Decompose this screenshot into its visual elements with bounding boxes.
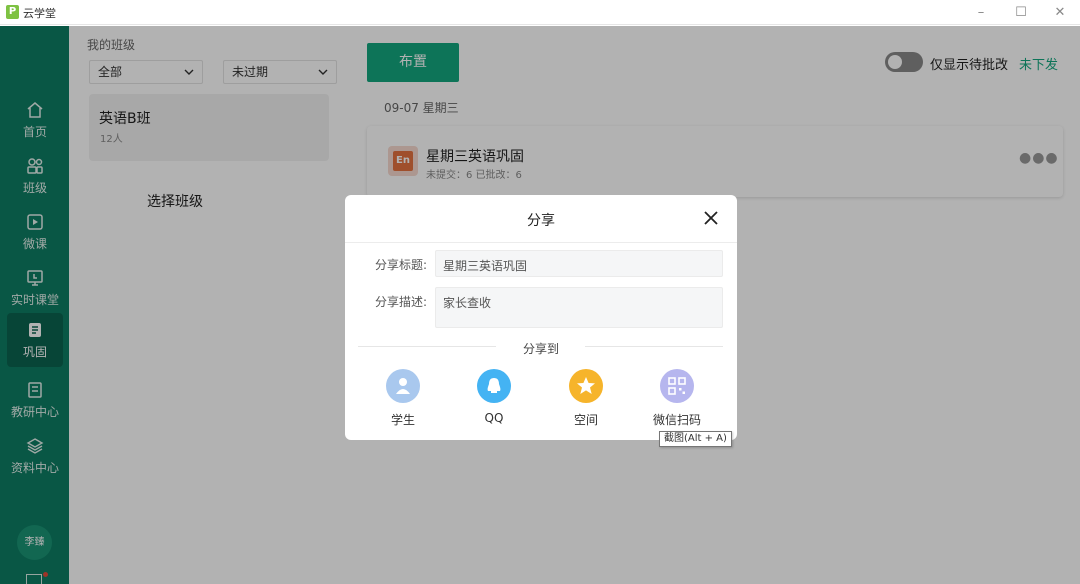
divider-line [585, 346, 723, 347]
dialog-title: 分享 [527, 213, 555, 229]
share-option-label: QQ [484, 411, 504, 425]
minimize-button[interactable]: – [961, 0, 1001, 25]
maximize-button[interactable]: ☐ [1001, 0, 1041, 25]
student-icon [386, 369, 420, 403]
share-to-heading: 分享到 [522, 342, 559, 356]
share-title-label: 分享标题: [375, 258, 428, 272]
app-logo-icon: P [6, 5, 19, 19]
share-title-field[interactable]: 星期三英语巩固 [435, 250, 723, 277]
close-window-button[interactable]: ✕ [1040, 0, 1080, 25]
close-icon[interactable] [702, 209, 720, 227]
app-title: 云学堂 [23, 7, 56, 20]
share-desc-label: 分享描述: [375, 295, 428, 309]
qr-code-icon [660, 369, 694, 403]
share-option-label: 微信扫码 [652, 413, 701, 427]
dialog-divider [345, 242, 737, 243]
share-desc-field[interactable]: 家长查收 [435, 287, 723, 328]
screenshot-tooltip: 截图(Alt + A) [659, 431, 732, 447]
qzone-star-icon [569, 369, 603, 403]
window-titlebar: P 云学堂 – ☐ ✕ [0, 0, 1080, 25]
qq-icon [477, 369, 511, 403]
share-option-label: 空间 [573, 413, 598, 427]
share-option-label: 学生 [390, 413, 415, 427]
share-dialog: 分享 分享标题: 星期三英语巩固 分享描述: 家长查收 分享到 学生 QQ 空间… [345, 195, 737, 440]
